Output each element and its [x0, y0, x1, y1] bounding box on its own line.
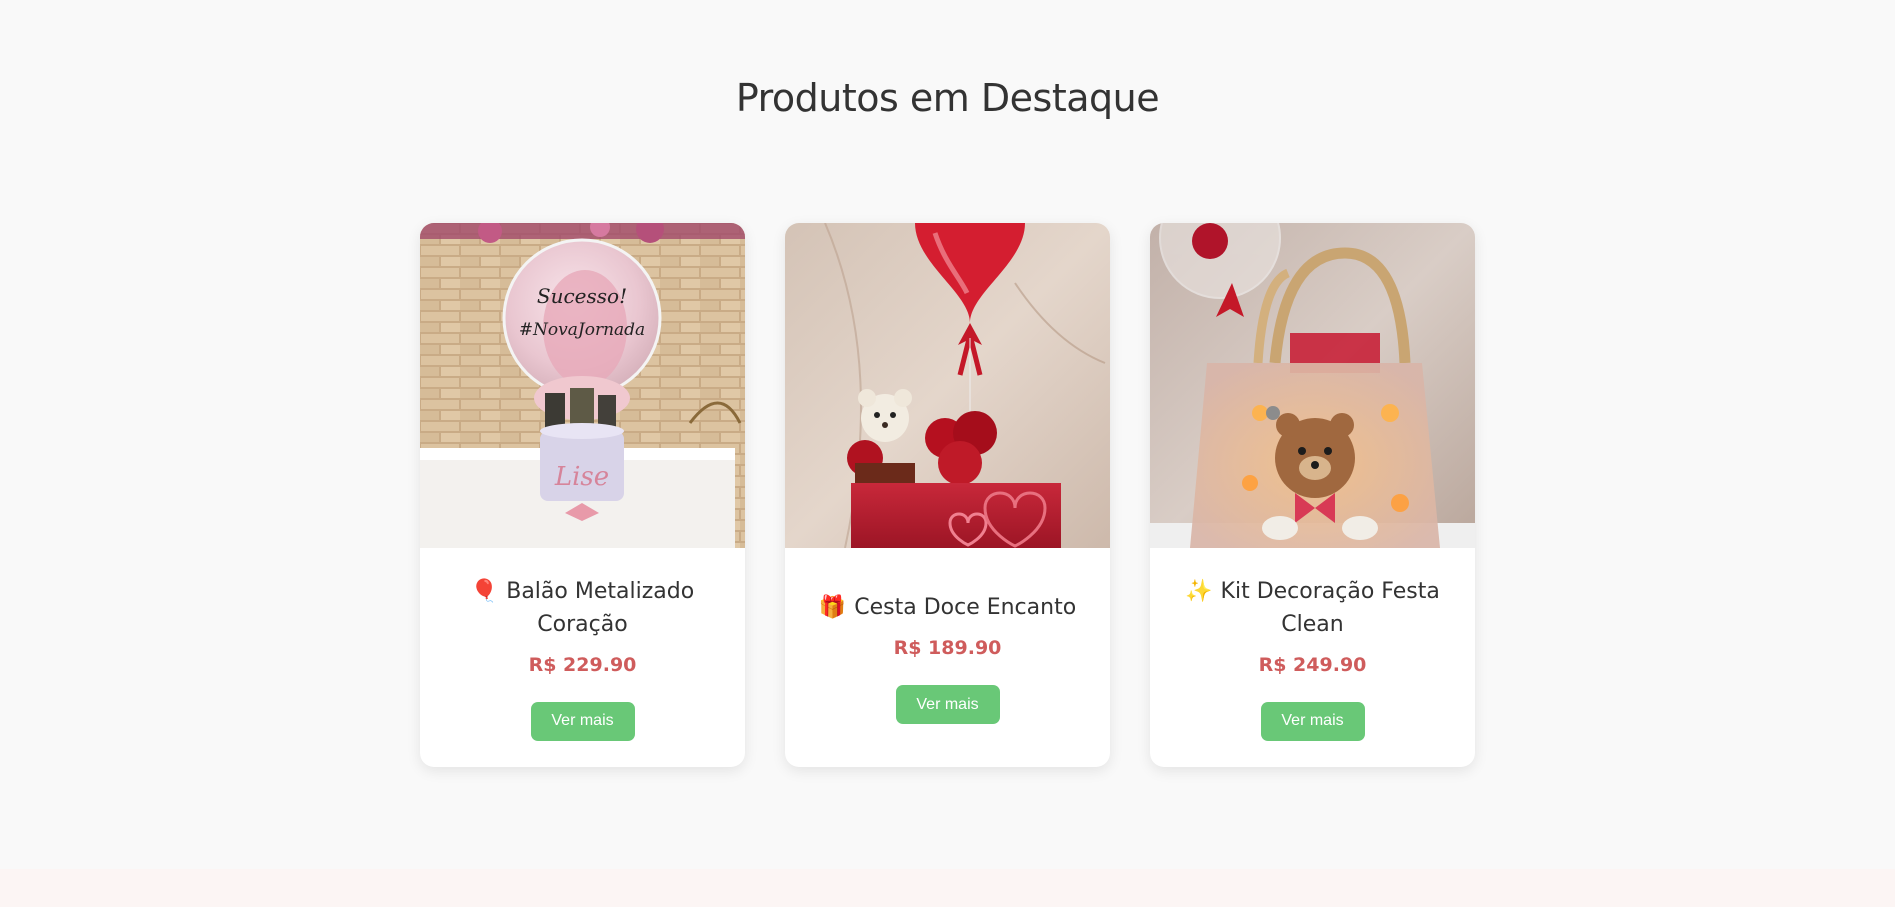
view-more-button[interactable]: Ver mais [530, 701, 635, 741]
product-image[interactable] [1150, 223, 1475, 548]
product-card: ✨ Kit Decoração Festa Clean R$ 249.90 Ver… [1150, 223, 1475, 767]
gift-icon: 🎁 [818, 595, 847, 620]
product-name: Kit Decoração Festa Clean [1220, 578, 1440, 637]
svg-text:#NovaJornada: #NovaJornada [519, 320, 645, 340]
product-image[interactable]: Sucesso! #NovaJornada Lise [420, 223, 745, 548]
sparkles-icon: ✨ [1185, 578, 1213, 604]
product-grid: Sucesso! #NovaJornada Lise 🎈 Balão Metali… [420, 223, 1475, 767]
next-section-edge [0, 869, 1895, 907]
product-card: 🎁 Cesta Doce Encanto R$ 189.90 Ver mais [785, 223, 1110, 767]
product-info: ✨ Kit Decoração Festa Clean R$ 249.90 Ver… [1150, 548, 1475, 767]
product-title[interactable]: 🎁 Cesta Doce Encanto [819, 591, 1076, 624]
product-price: R$ 249.90 [1258, 653, 1367, 676]
balloon-icon: 🎈 [470, 578, 499, 604]
product-info: 🎁 Cesta Doce Encanto R$ 189.90 Ver mais [785, 548, 1110, 767]
svg-text:Sucesso!: Sucesso! [537, 284, 627, 308]
svg-text:Lise: Lise [554, 462, 609, 492]
section-title: Produtos em Destaque [735, 76, 1160, 120]
view-more-button[interactable]: Ver mais [1260, 701, 1365, 741]
product-price: R$ 229.90 [528, 653, 637, 676]
product-title[interactable]: ✨ Kit Decoração Festa Clean [1172, 575, 1453, 641]
product-name: Balão Metalizado Coração [506, 578, 695, 637]
product-name: Cesta Doce Encanto [854, 595, 1077, 620]
view-more-button[interactable]: Ver mais [895, 685, 1000, 724]
product-info: 🎈 Balão Metalizado Coração R$ 229.90 Ver … [420, 548, 745, 767]
product-price: R$ 189.90 [893, 637, 1002, 659]
product-image[interactable] [785, 223, 1110, 548]
product-title[interactable]: 🎈 Balão Metalizado Coração [442, 575, 723, 641]
product-card: Sucesso! #NovaJornada Lise 🎈 Balão Metali… [420, 223, 745, 767]
